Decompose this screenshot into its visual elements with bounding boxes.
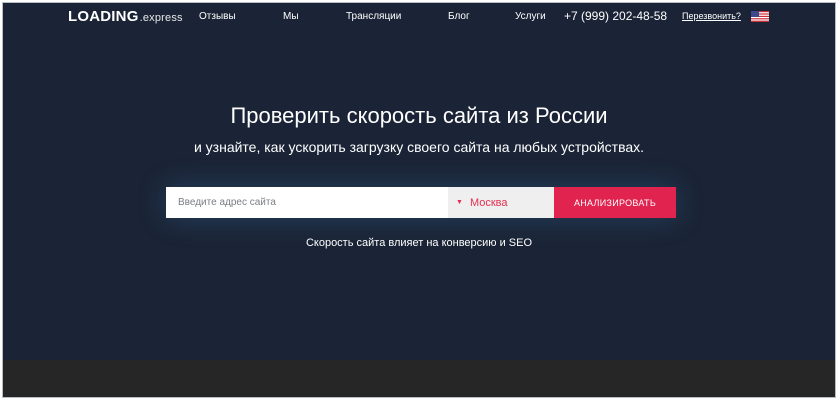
conversion-note: Скорость сайта влияет на конверсию и SEO [305,237,533,249]
nav-item-services[interactable]: Услуги [515,11,546,22]
city-label: Москва [469,196,508,209]
nav-item-reviews[interactable]: Отзывы [199,11,236,22]
analyze-form: ▼ Москва АНАЛИЗИРОВАТЬ [166,187,676,218]
hero-title: Проверить скорость сайта из России [230,103,608,128]
bottom-section [3,360,835,397]
nav-item-blog[interactable]: Блог [448,11,470,22]
logo-main: LOADING [68,8,139,25]
logo[interactable]: LOADING.express [68,8,183,25]
nav-item-broadcasts[interactable]: Трансляции [346,11,401,22]
analyze-button[interactable]: АНАЛИЗИРОВАТЬ [554,187,676,218]
hero-subtitle: и узнайте, как ускорить загрузку своего … [193,139,645,155]
caret-down-icon: ▼ [456,199,463,206]
logo-suffix: .express [139,12,183,24]
top-navigation: LOADING.express Отзывы Мы Трансляции Бло… [3,3,835,33]
city-select[interactable]: ▼ Москва [448,187,554,218]
phone-number[interactable]: +7 (999) 202-48-58 [564,9,667,23]
url-input[interactable] [166,187,448,218]
nav-item-about[interactable]: Мы [283,11,299,22]
callback-link[interactable]: Перезвонить? [682,11,741,21]
us-flag-icon[interactable] [751,11,769,22]
page-frame: LOADING.express Отзывы Мы Трансляции Бло… [2,2,836,398]
